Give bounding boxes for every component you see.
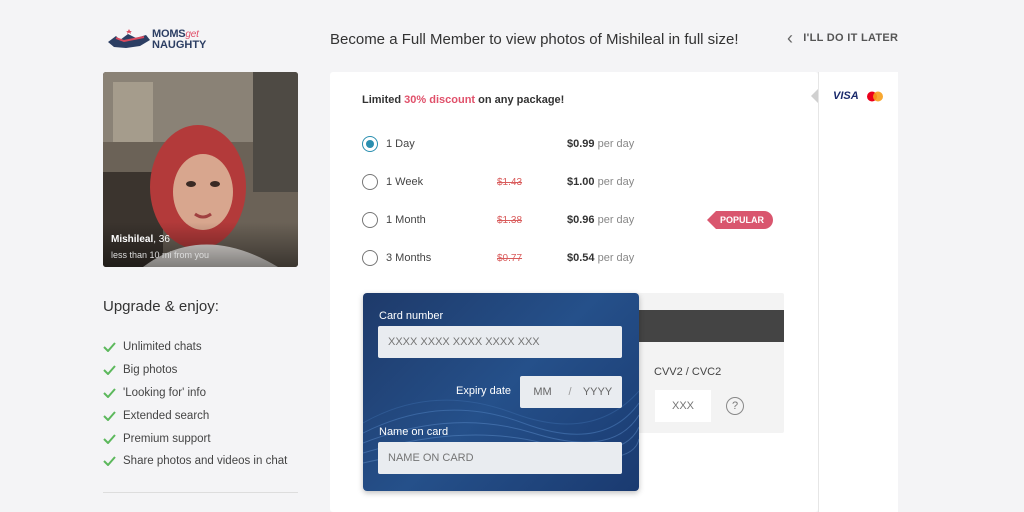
plan-label: 1 Month — [386, 214, 426, 226]
profile-distance: less than 10 mi from you — [111, 250, 210, 260]
payment-panel: Limited 30% discount on any package! 1 D… — [330, 72, 818, 512]
radio-unselected[interactable] — [362, 250, 378, 266]
plan-old-price: $1.43 — [497, 176, 523, 188]
perk-label: Extended search — [123, 409, 210, 422]
card-number-input[interactable] — [378, 326, 622, 358]
check-icon — [103, 433, 116, 444]
perks-title: Upgrade & enjoy: — [103, 298, 219, 315]
plan-option-1-day[interactable]: 1 Day $0.99 per day — [362, 134, 802, 154]
popular-badge: POPULAR — [707, 211, 774, 229]
perk-label: 'Looking for' info — [123, 386, 207, 399]
card-number-label: Card number — [379, 310, 444, 322]
notch-arrow-icon — [811, 89, 818, 103]
expiry-year-input[interactable]: YYYY — [575, 386, 620, 398]
magnetic-stripe — [630, 310, 784, 342]
card-front: Card number Expiry date MM / YYYY Name o… — [363, 293, 639, 491]
perk-label: Premium support — [123, 432, 211, 445]
plan-price: $0.99 per day — [567, 138, 635, 150]
radio-unselected[interactable] — [362, 212, 378, 228]
cvv-label: CVV2 / CVC2 — [654, 366, 722, 378]
list-item: Share photos and videos in chat — [103, 450, 287, 473]
plan-price: $0.54 per day — [567, 252, 635, 264]
plan-price: $1.00 per day — [567, 176, 635, 188]
plan-label: 1 Week — [386, 176, 424, 188]
sidebar-divider — [103, 492, 298, 493]
expiry-separator: / — [568, 386, 572, 398]
plan-old-price: $0.77 — [497, 252, 523, 264]
profile-photo[interactable]: Mishileal, 36 less than 10 mi from you — [103, 72, 298, 267]
plan-price: $0.96 per day — [567, 214, 635, 226]
do-it-later-link[interactable]: ‹ I'LL DO IT LATER — [787, 28, 899, 48]
profile-name: Mishileal, 36 — [111, 234, 170, 245]
name-on-card-input[interactable] — [378, 442, 622, 474]
perk-label: Unlimited chats — [123, 341, 202, 354]
mastercard-icon — [867, 91, 883, 102]
expiry-month-input[interactable]: MM — [520, 386, 565, 398]
badge-arrow-icon — [707, 211, 716, 229]
logo-text-bottom: NAUGHTY — [152, 39, 207, 51]
check-icon — [103, 456, 116, 467]
plan-option-1-week[interactable]: 1 Week $1.43 $1.00 per day — [362, 172, 802, 192]
plan-option-3-months[interactable]: 3 Months $0.77 $0.54 per day — [362, 248, 802, 268]
promo-banner: Limited 30% discount on any package! — [362, 94, 565, 106]
cvv-input[interactable] — [655, 390, 711, 422]
expiry-label: Expiry date — [456, 385, 512, 397]
list-item: Extended search — [103, 404, 287, 427]
perks-list: Unlimited chats Big photos 'Looking for'… — [103, 336, 287, 473]
help-icon[interactable]: ? — [726, 397, 744, 415]
do-it-later-label: I'LL DO IT LATER — [803, 32, 899, 44]
list-item: Big photos — [103, 359, 287, 382]
radio-selected[interactable] — [362, 136, 378, 152]
chevron-left-icon: ‹ — [787, 28, 794, 48]
logo-mark-icon — [108, 29, 150, 48]
check-icon — [103, 388, 116, 398]
check-icon — [103, 365, 116, 376]
check-icon — [103, 411, 116, 421]
plan-option-1-month[interactable]: 1 Month $1.38 $0.96 per day POPULAR — [362, 210, 802, 230]
list-item: 'Looking for' info — [103, 382, 287, 405]
brand-logo[interactable]: MOMSget NAUGHTY — [106, 28, 206, 52]
card-back: CVV2 / CVC2 ? — [630, 293, 784, 433]
perk-label: Big photos — [123, 364, 178, 377]
check-icon — [103, 342, 116, 353]
visa-logo: VISA — [833, 90, 859, 102]
radio-unselected[interactable] — [362, 174, 378, 190]
list-item: Premium support — [103, 427, 287, 450]
popular-badge-label: POPULAR — [716, 211, 774, 229]
expiry-input-group[interactable]: MM / YYYY — [520, 376, 622, 408]
plan-label: 3 Months — [386, 252, 432, 264]
payment-methods: VISA — [811, 72, 898, 512]
plan-old-price: $1.38 — [497, 214, 523, 226]
plan-label: 1 Day — [386, 138, 415, 150]
page-title: Become a Full Member to view photos of M… — [330, 31, 739, 48]
name-on-card-label: Name on card — [379, 426, 449, 438]
perk-label: Share photos and videos in chat — [123, 455, 288, 468]
list-item: Unlimited chats — [103, 336, 287, 359]
